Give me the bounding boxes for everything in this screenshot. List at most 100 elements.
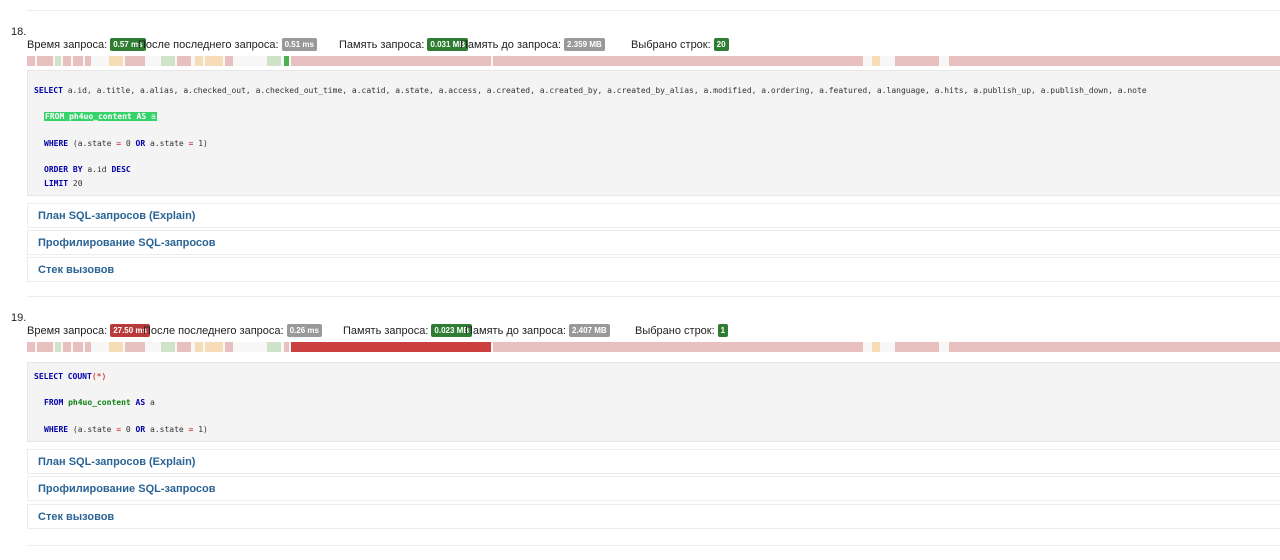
memory-before-badge: 2.407 MB xyxy=(569,324,610,337)
sql-from-line: FROM ph4uo_content AS a xyxy=(44,112,157,121)
timeline-segment xyxy=(27,342,35,352)
sql-select-line: SELECT a.id, a.title, a.alias, a.checked… xyxy=(34,86,1147,95)
sql-table: ph4uo_content xyxy=(68,398,131,407)
sql-order-line: ORDER BY a.id DESC xyxy=(44,165,131,174)
rows-label: Выбрано строк: xyxy=(631,39,711,51)
timeline-segment xyxy=(284,342,289,352)
sql-keyword: AS xyxy=(136,112,147,121)
timeline-segment xyxy=(63,342,71,352)
timeline-segment xyxy=(493,342,863,352)
explain-panel[interactable]: План SQL-запросов (Explain) xyxy=(27,203,1280,228)
memory-label: Память запроса: xyxy=(339,39,425,51)
timeline-segment xyxy=(73,56,83,66)
callstack-panel[interactable]: Стек вызовов xyxy=(27,504,1280,529)
sql-text: 1) xyxy=(193,425,208,434)
timeline-segment xyxy=(493,56,863,66)
explain-panel[interactable]: План SQL-запросов (Explain) xyxy=(27,449,1280,474)
sql-keyword: LIMIT xyxy=(44,179,69,188)
timeline-segment xyxy=(125,56,145,66)
entry-divider xyxy=(27,545,1280,546)
timeline-segment xyxy=(195,56,203,66)
sql-select-line: SELECT COUNT(*) xyxy=(34,372,106,381)
query-time-label: Время запроса: xyxy=(27,39,108,51)
sql-keyword: OR xyxy=(135,139,146,148)
query-time-label: Время запроса: xyxy=(27,325,108,337)
sql-keyword: AS xyxy=(135,398,146,407)
timeline-segment xyxy=(205,56,223,66)
timeline-segment xyxy=(895,56,939,66)
memory-before-badge: 2.359 MB xyxy=(564,38,605,51)
memory-stat: Память запроса: 0.031 MB xyxy=(339,38,469,52)
sql-text: 0 xyxy=(121,139,136,148)
sql-text: (a.state xyxy=(68,425,117,434)
since-last-badge: 0.26 ms xyxy=(286,324,322,337)
profiling-panel[interactable]: Профилирование SQL-запросов xyxy=(27,230,1280,255)
timeline-segment xyxy=(161,342,175,352)
sql-text: a.id xyxy=(82,165,112,174)
timeline-segment xyxy=(161,56,175,66)
since-last-label: После последнего запроса: xyxy=(138,39,279,51)
sql-from-line: FROM ph4uo_content AS a xyxy=(44,398,155,407)
sql-keyword: FROM xyxy=(44,398,64,407)
entry-divider xyxy=(27,296,1280,297)
sql-keyword: ORDER BY xyxy=(44,165,83,174)
sql-text: 20 xyxy=(68,179,83,188)
sql-where-line: WHERE (a.state = 0 OR a.state = 1) xyxy=(44,425,208,434)
timeline-segment xyxy=(267,56,281,66)
callstack-panel[interactable]: Стек вызовов xyxy=(27,257,1280,282)
timeline-segment xyxy=(73,342,83,352)
entry-number: 19. xyxy=(11,312,27,324)
query-stats: Время запроса: 27.50 ms После последнего … xyxy=(27,324,1280,338)
timeline-segment xyxy=(949,56,1280,66)
timeline-segment xyxy=(55,56,61,66)
profiling-link[interactable]: Профилирование SQL-запросов xyxy=(38,483,216,495)
sql-alias: a xyxy=(151,112,156,121)
callstack-link[interactable]: Стек вызовов xyxy=(38,264,114,276)
timeline-current-segment xyxy=(291,342,491,352)
query-time-stat: Время запроса: 0.57 ms xyxy=(27,38,146,52)
query-timeline xyxy=(27,56,1280,66)
rows-stat: Выбрано строк: 20 xyxy=(631,38,729,52)
entry-number: 18. xyxy=(11,26,27,38)
sql-keyword: WHERE xyxy=(44,425,69,434)
timeline-segment xyxy=(177,342,191,352)
profiling-panel[interactable]: Профилирование SQL-запросов xyxy=(27,476,1280,501)
sql-keyword: FROM xyxy=(45,112,65,121)
timeline-segment xyxy=(109,342,123,352)
sql-keyword: SELECT xyxy=(34,372,63,381)
explain-link[interactable]: План SQL-запросов (Explain) xyxy=(38,456,195,468)
sql-columns: a.id, a.title, a.alias, a.checked_out, a… xyxy=(62,86,1147,95)
sql-text: 0 xyxy=(121,425,136,434)
sql-text: a.state xyxy=(145,425,189,434)
sql-keyword: DESC xyxy=(111,165,131,174)
sql-keyword: SELECT xyxy=(34,86,63,95)
profiling-link[interactable]: Профилирование SQL-запросов xyxy=(38,237,216,249)
sql-keyword: COUNT xyxy=(67,372,92,381)
timeline-segment xyxy=(63,56,71,66)
sql-alias: a xyxy=(150,398,155,407)
query-stats: Время запроса: 0.57 ms После последнего з… xyxy=(27,38,1280,52)
query-timeline xyxy=(27,342,1280,352)
explain-link[interactable]: План SQL-запросов (Explain) xyxy=(38,210,195,222)
memory-before-label: Память до запроса: xyxy=(465,325,566,337)
timeline-segment xyxy=(125,342,145,352)
query-entry-18: 18. Время запроса: 0.57 ms После последне… xyxy=(0,26,1280,296)
sql-where-line: WHERE (a.state = 0 OR a.state = 1) xyxy=(44,139,208,148)
sql-operator: ) xyxy=(101,372,107,381)
timeline-segment xyxy=(177,56,191,66)
timeline-segment xyxy=(291,56,491,66)
query-time-stat: Время запроса: 27.50 ms xyxy=(27,324,150,338)
sql-query-box: SELECT a.id, a.title, a.alias, a.checked… xyxy=(27,70,1280,196)
timeline-segment xyxy=(85,342,91,352)
memory-before-label: Память до запроса: xyxy=(460,39,561,51)
rows-label: Выбрано строк: xyxy=(635,325,715,337)
memory-before-stat: Память до запроса: 2.359 MB xyxy=(460,38,605,52)
memory-before-stat: Память до запроса: 2.407 MB xyxy=(465,324,610,338)
timeline-segment xyxy=(55,342,61,352)
timeline-segment xyxy=(872,56,880,66)
timeline-segment xyxy=(109,56,123,66)
query-entry-19: 19. Время запроса: 27.50 ms После последн… xyxy=(0,312,1280,552)
sql-from-highlight: FROM ph4uo_content AS a xyxy=(44,112,157,121)
callstack-link[interactable]: Стек вызовов xyxy=(38,511,114,523)
memory-label: Память запроса: xyxy=(343,325,429,337)
